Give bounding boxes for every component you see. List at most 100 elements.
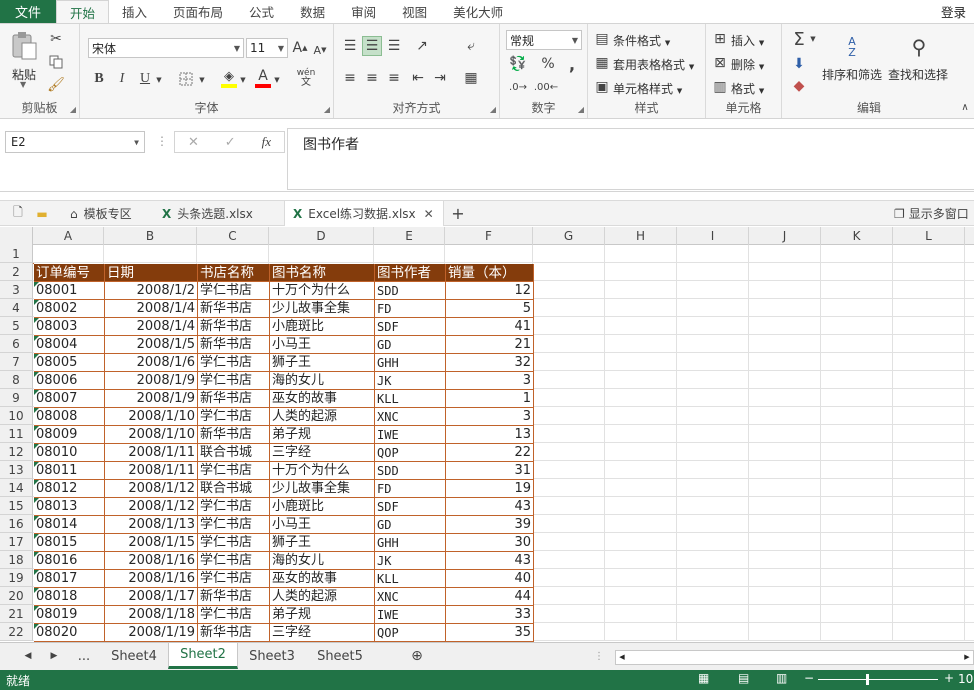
- table-cell[interactable]: KLL: [375, 390, 446, 408]
- align-right-icon[interactable]: ≡: [384, 68, 404, 88]
- table-cell[interactable]: 学仁书店: [198, 498, 270, 516]
- table-cell[interactable]: 小鹿斑比: [270, 498, 375, 516]
- table-header-cell[interactable]: 订单编号: [34, 264, 105, 282]
- row-header-13[interactable]: 13: [0, 461, 33, 479]
- tab-beautify[interactable]: 美化大师: [440, 0, 516, 23]
- alignment-launcher-icon[interactable]: ◢: [490, 105, 496, 114]
- table-cell[interactable]: 08004: [34, 336, 105, 354]
- merge-center-icon[interactable]: ▦: [460, 68, 482, 88]
- table-cell[interactable]: 人类的起源: [270, 588, 375, 606]
- page-layout-view-icon[interactable]: ▤: [738, 671, 749, 685]
- table-cell[interactable]: 08014: [34, 516, 105, 534]
- delete-cells-button[interactable]: 删除 ▼: [731, 56, 764, 73]
- table-cell[interactable]: 新华书店: [198, 426, 270, 444]
- file-tab[interactable]: 文件: [0, 0, 56, 23]
- clipboard-launcher-icon[interactable]: ◢: [70, 105, 76, 114]
- delete-cells-icon[interactable]: ⊠: [712, 54, 728, 72]
- table-cell[interactable]: 2008/1/15: [105, 534, 198, 552]
- cell-styles-button[interactable]: 单元格样式 ▼: [613, 80, 682, 97]
- sort-filter-icon[interactable]: AZ: [834, 32, 870, 62]
- page-break-view-icon[interactable]: ▥: [776, 671, 787, 685]
- row-header-6[interactable]: 6: [0, 335, 33, 353]
- table-cell[interactable]: 12: [446, 282, 534, 300]
- table-cell[interactable]: 22: [446, 444, 534, 462]
- table-cell[interactable]: 08013: [34, 498, 105, 516]
- table-cell[interactable]: GHH: [375, 354, 446, 372]
- table-cell[interactable]: 海的女儿: [270, 552, 375, 570]
- table-cell[interactable]: 弟子规: [270, 426, 375, 444]
- paste-icon[interactable]: [8, 30, 40, 62]
- table-cell[interactable]: GHH: [375, 534, 446, 552]
- table-cell[interactable]: 小马王: [270, 336, 375, 354]
- table-header-cell[interactable]: 图书名称: [270, 264, 375, 282]
- orientation-icon[interactable]: ↗: [410, 36, 434, 56]
- name-box[interactable]: E2 ▼: [5, 131, 145, 153]
- table-cell[interactable]: 联合书城: [198, 444, 270, 462]
- table-header-cell[interactable]: 销量（本）: [446, 264, 534, 282]
- table-cell[interactable]: 08017: [34, 570, 105, 588]
- table-cell[interactable]: 13: [446, 426, 534, 444]
- zoom-level[interactable]: 100%: [958, 672, 974, 686]
- add-sheet-icon[interactable]: ⊕: [406, 643, 428, 669]
- cancel-icon[interactable]: ✕: [188, 135, 199, 150]
- borders-dropdown-icon[interactable]: ▼: [197, 70, 207, 90]
- align-bottom-icon[interactable]: ☰: [384, 36, 404, 56]
- table-cell[interactable]: 2008/1/18: [105, 606, 198, 624]
- table-cell[interactable]: 32: [446, 354, 534, 372]
- borders-icon[interactable]: [175, 68, 197, 90]
- table-cell[interactable]: 联合书城: [198, 480, 270, 498]
- next-sheet-icon[interactable]: ▶: [44, 643, 64, 669]
- table-cell[interactable]: 2008/1/12: [105, 480, 198, 498]
- insert-cells-icon[interactable]: ⊞: [712, 30, 728, 48]
- wrap-text-icon[interactable]: ⤶: [460, 36, 482, 56]
- table-cell[interactable]: 08010: [34, 444, 105, 462]
- table-cell[interactable]: 08005: [34, 354, 105, 372]
- fill-color-dropdown-icon[interactable]: ▼: [238, 70, 248, 90]
- table-cell[interactable]: 40: [446, 570, 534, 588]
- worksheet-grid[interactable]: ABCDEFGHIJKL 1 2 3 4 5 6 7 8 9 10 11 12 13 14 15 16 17 18…: [0, 227, 974, 642]
- table-cell[interactable]: 学仁书店: [198, 552, 270, 570]
- table-cell[interactable]: SDF: [375, 318, 446, 336]
- sheet-tab-sheet2[interactable]: Sheet2: [168, 643, 238, 669]
- select-all-corner[interactable]: [0, 227, 33, 245]
- fill-color-icon[interactable]: ◈: [218, 66, 240, 90]
- table-cell[interactable]: KLL: [375, 570, 446, 588]
- zoom-slider[interactable]: [818, 674, 938, 685]
- binoculars-icon[interactable]: ⚲: [904, 32, 934, 62]
- table-cell[interactable]: 学仁书店: [198, 516, 270, 534]
- doc-tab-templates[interactable]: ⌂ 模板专区: [60, 201, 152, 226]
- phonetic-icon[interactable]: wén 文: [294, 66, 318, 90]
- table-cell[interactable]: 08020: [34, 624, 105, 642]
- horizontal-scrollbar[interactable]: ◀ ▶: [615, 650, 974, 665]
- table-cell[interactable]: 学仁书店: [198, 282, 270, 300]
- cut-icon[interactable]: ✂: [46, 30, 66, 48]
- table-cell[interactable]: 08008: [34, 408, 105, 426]
- underline-dropdown-icon[interactable]: ▼: [154, 70, 164, 90]
- grow-font-button[interactable]: A ▲: [292, 38, 308, 58]
- table-cell[interactable]: 少儿故事全集: [270, 300, 375, 318]
- table-cell[interactable]: 学仁书店: [198, 408, 270, 426]
- table-cell[interactable]: 狮子王: [270, 534, 375, 552]
- sort-filter-button[interactable]: 排序和筛选: [822, 66, 882, 83]
- table-cell[interactable]: 43: [446, 552, 534, 570]
- table-cell[interactable]: 小鹿斑比: [270, 318, 375, 336]
- table-cell[interactable]: 2008/1/6: [105, 354, 198, 372]
- table-cell[interactable]: 1: [446, 390, 534, 408]
- table-cell[interactable]: 44: [446, 588, 534, 606]
- formula-input[interactable]: 图书作者: [287, 128, 974, 190]
- decrease-decimal-icon[interactable]: .00←: [534, 78, 558, 96]
- table-cell[interactable]: 08012: [34, 480, 105, 498]
- table-cell[interactable]: 新华书店: [198, 336, 270, 354]
- table-cell[interactable]: 少儿故事全集: [270, 480, 375, 498]
- table-cell[interactable]: JK: [375, 552, 446, 570]
- close-icon[interactable]: ✕: [424, 207, 434, 221]
- row-header-4[interactable]: 4: [0, 299, 33, 317]
- shrink-font-button[interactable]: A ▼: [312, 40, 328, 60]
- column-header-b[interactable]: B: [104, 227, 197, 245]
- table-header-cell[interactable]: 图书作者: [375, 264, 446, 282]
- table-cell[interactable]: 十万个为什么: [270, 282, 375, 300]
- table-cell[interactable]: 学仁书店: [198, 570, 270, 588]
- row-header-16[interactable]: 16: [0, 515, 33, 533]
- table-cell[interactable]: 2008/1/17: [105, 588, 198, 606]
- table-cell[interactable]: 08007: [34, 390, 105, 408]
